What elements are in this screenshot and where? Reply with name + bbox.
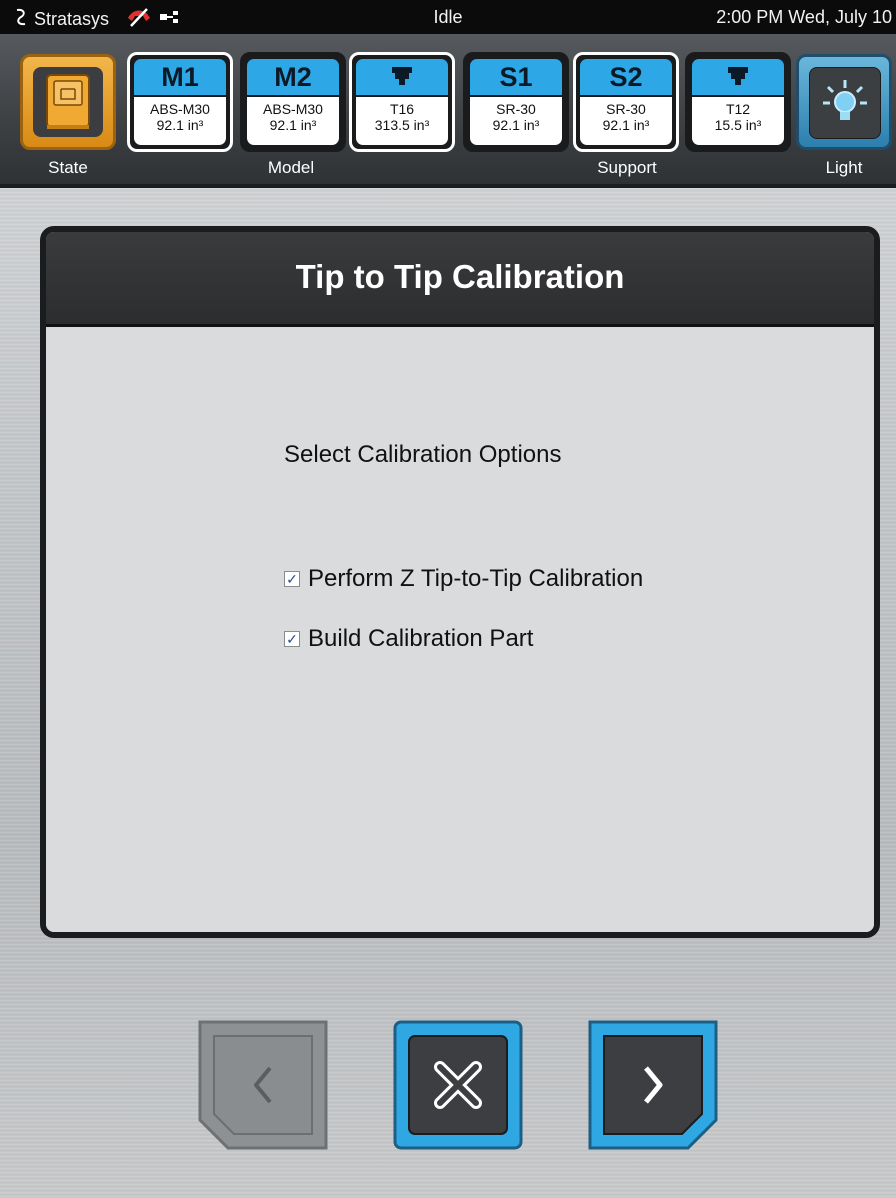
material-amount: 92.1 in³ [602,117,650,133]
build-calibration-part-option[interactable]: ✓ Build Calibration Part [284,625,533,653]
cancel-icon [393,1020,523,1150]
support-label: Support [597,158,657,177]
date-time: 2:00 PM Wed, July 10 [716,7,892,27]
support-tip-slot[interactable]: T12 15.5 in³ [685,52,791,152]
material-amount: 92.1 in³ [156,117,204,133]
material-slot-s2[interactable]: S2 SR-30 92.1 in³ [573,52,679,152]
light-button-face [809,67,881,139]
option-label: Perform Z Tip-to-Tip Calibration [308,565,644,592]
tip-amount: 15.5 in³ [714,117,762,133]
tip-icon [356,59,448,95]
slot-head: M2 [247,59,339,95]
light-bulb-icon [823,80,867,120]
dialog-body: Select Calibration Options ✓ Perform Z T… [46,327,874,932]
material-amount: 92.1 in³ [269,117,317,133]
back-button[interactable] [198,1020,328,1150]
material-name: ABS-M30 [263,101,323,117]
slot-head: S1 [470,59,562,95]
light-button[interactable] [796,54,892,150]
material-amount: 92.1 in³ [492,117,540,133]
model-label: Model [267,158,315,177]
next-icon [588,1020,718,1150]
slot-info: SR-30 92.1 in³ [470,97,562,145]
tip-icon [692,59,784,95]
back-icon [198,1020,328,1150]
cancel-button[interactable] [393,1020,523,1150]
z-tip-calibration-checkbox[interactable]: ✓ [284,571,300,587]
material-slot-s1[interactable]: S1 SR-30 92.1 in³ [463,52,569,152]
status-bar: Stratasys Idle 2:00 PM Wed, July 10 [0,0,896,34]
material-name: SR-30 [606,101,646,117]
material-name: ABS-M30 [150,101,210,117]
state-button-face [33,67,103,137]
printer-icon [46,74,90,129]
tip-name: T16 [389,101,415,117]
slot-head: S2 [580,59,672,95]
material-slot-m1[interactable]: M1 ABS-M30 92.1 in³ [127,52,233,152]
slot-info: ABS-M30 92.1 in³ [134,97,226,145]
material-name: SR-30 [496,101,536,117]
material-slot-m2[interactable]: M2 ABS-M30 92.1 in³ [240,52,346,152]
slot-info: SR-30 92.1 in³ [580,97,672,145]
light-label: Light [825,158,863,177]
z-tip-calibration-option[interactable]: ✓ Perform Z Tip-to-Tip Calibration [284,565,643,593]
dialog-title: Tip to Tip Calibration [46,232,874,327]
dialog-prompt: Select Calibration Options [284,441,562,468]
slot-info: T16 313.5 in³ [356,97,448,145]
state-label: State [48,158,88,177]
build-calibration-part-checkbox[interactable]: ✓ [284,631,300,647]
next-button[interactable] [588,1020,718,1150]
material-toolbar: M1 ABS-M30 92.1 in³ M2 ABS-M30 92.1 in³ … [0,34,896,188]
model-tip-slot[interactable]: T16 313.5 in³ [349,52,455,152]
tip-amount: 313.5 in³ [374,117,430,133]
tip-name: T12 [725,101,751,117]
state-button[interactable] [20,54,116,150]
slot-info: T12 15.5 in³ [692,97,784,145]
slot-info: ABS-M30 92.1 in³ [247,97,339,145]
calibration-dialog: Tip to Tip Calibration Select Calibratio… [40,226,880,938]
option-label: Build Calibration Part [308,625,534,652]
slot-head: M1 [134,59,226,95]
